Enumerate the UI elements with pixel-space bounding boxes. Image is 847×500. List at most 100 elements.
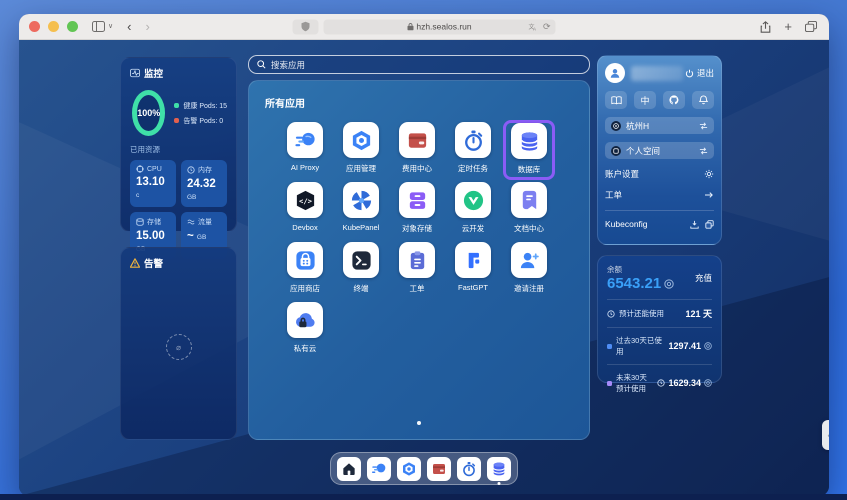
- divider: [607, 364, 712, 365]
- notifications-button[interactable]: [692, 91, 714, 109]
- avatar[interactable]: [605, 63, 625, 83]
- cpu-stat-card[interactable]: CPU 13.10 c: [130, 160, 176, 207]
- balance-amount: 6543.21: [607, 275, 674, 292]
- remaining-days-row: 预计还能使用 121 天: [607, 307, 712, 320]
- coin-icon: [704, 342, 712, 350]
- database-icon: [491, 461, 507, 477]
- svg-text:A: A: [533, 26, 536, 30]
- alerts-panel: 告警 ⌀: [120, 247, 237, 440]
- browser-titlebar: ∨ ‹ › hzh.sealos.run 文A ⟳ +: [19, 14, 829, 40]
- fastgpt-icon: [455, 242, 491, 278]
- home-icon: [341, 461, 357, 477]
- region-selector[interactable]: 杭州H: [605, 117, 714, 134]
- future-usage-row: 未来30天预计使用 1629.34: [607, 372, 712, 394]
- cost-center-icon: [431, 461, 447, 477]
- github-button[interactable]: [663, 91, 685, 109]
- minimize-window-button[interactable]: [48, 21, 59, 32]
- work-order-icon: [399, 242, 435, 278]
- desktop-background: ∨ ‹ › hzh.sealos.run 文A ⟳ +: [0, 0, 847, 500]
- app-cron-job[interactable]: 定时任务: [447, 120, 499, 178]
- forward-button[interactable]: ›: [145, 19, 149, 34]
- purple-bullet: [607, 381, 612, 386]
- dock-home-button[interactable]: [337, 457, 361, 481]
- region-icon: [611, 121, 621, 131]
- new-tab-icon[interactable]: +: [784, 19, 792, 34]
- reload-icon[interactable]: ⟳: [543, 21, 551, 32]
- workspace-selector[interactable]: 个人空间: [605, 142, 714, 159]
- app-cost-center[interactable]: 费用中心: [391, 120, 443, 178]
- app-app-manage[interactable]: 应用管理: [335, 120, 387, 178]
- private-cloud-icon: [287, 302, 323, 338]
- language-button[interactable]: 中: [634, 91, 656, 109]
- address-bar[interactable]: hzh.sealos.run 文A ⟳: [324, 19, 556, 34]
- clock-icon: [607, 310, 615, 318]
- url-text: hzh.sealos.run: [416, 22, 471, 32]
- warning-icon: [130, 258, 140, 268]
- account-panel: 退出 中: [597, 55, 722, 245]
- memory-icon: [187, 166, 195, 174]
- copy-icon[interactable]: [705, 220, 714, 229]
- cloud-dev-icon: [455, 182, 491, 218]
- search-icon: [257, 60, 266, 69]
- dock-ai-proxy-button[interactable]: [367, 457, 391, 481]
- app-devbox[interactable]: </> Devbox: [279, 180, 331, 238]
- page-indicator-dot[interactable]: [417, 421, 421, 425]
- app-ai-proxy[interactable]: AI Proxy: [279, 120, 331, 178]
- download-icon[interactable]: [690, 220, 699, 229]
- app-fastgpt[interactable]: FastGPT: [447, 240, 499, 298]
- dock-cron-job-button[interactable]: [457, 457, 481, 481]
- app-cloud-dev[interactable]: 云开发: [447, 180, 499, 238]
- switch-region-icon: [699, 122, 708, 130]
- memory-stat-card[interactable]: 内存 24.32 GB: [181, 160, 227, 207]
- arrow-right-icon: [704, 191, 714, 199]
- kubeconfig-row[interactable]: Kubeconfig: [605, 210, 714, 229]
- health-ring: 100%: [132, 90, 165, 136]
- divider: [607, 327, 712, 328]
- legend-alert-pods: 告警 Pods: 0: [174, 116, 227, 126]
- traffic-lights: [29, 21, 78, 32]
- ai-proxy-icon: [371, 461, 387, 477]
- browser-window: ∨ ‹ › hzh.sealos.run 文A ⟳ +: [19, 14, 829, 496]
- dock-database-button[interactable]: [487, 457, 511, 481]
- coin-icon: [704, 379, 712, 387]
- share-icon[interactable]: [760, 21, 771, 33]
- bell-icon: [699, 95, 708, 105]
- app-object-storage[interactable]: 对象存储: [391, 180, 443, 238]
- dock-app-manage-button[interactable]: [397, 457, 421, 481]
- docs-center-icon: [511, 182, 547, 218]
- search-input[interactable]: [271, 60, 581, 70]
- translate-icon[interactable]: 文A: [529, 23, 538, 31]
- maximize-window-button[interactable]: [67, 21, 78, 32]
- devbox-icon: </>: [287, 182, 323, 218]
- recharge-button[interactable]: 充值: [695, 272, 712, 284]
- app-grid: AI Proxy 应用管理 费用中心: [277, 120, 589, 360]
- healthy-dot: [174, 103, 179, 108]
- app-kubepanel[interactable]: KubePanel: [335, 180, 387, 238]
- account-settings-row[interactable]: 账户设置: [605, 168, 714, 180]
- resources-title: 已用资源: [130, 144, 227, 155]
- app-invite[interactable]: 邀请注册: [503, 240, 555, 298]
- work-order-row[interactable]: 工单: [605, 189, 714, 201]
- app-search-bar[interactable]: [248, 55, 590, 74]
- past-usage-row: 过去30天已使用 1297.41: [607, 335, 712, 357]
- gear-icon: [704, 169, 714, 179]
- cpu-icon: [136, 165, 144, 173]
- app-terminal[interactable]: 终端: [335, 240, 387, 298]
- app-database[interactable]: 数据库: [503, 120, 555, 180]
- app-work-order[interactable]: 工单: [391, 240, 443, 298]
- sealos-desktop: 监控 100% 健康 Pods: 15 告警 Pods: 0: [19, 40, 829, 496]
- app-private-cloud[interactable]: 私有云: [279, 300, 331, 358]
- close-window-button[interactable]: [29, 21, 40, 32]
- privacy-shield-icon[interactable]: [293, 19, 319, 34]
- alerts-title: 告警: [144, 256, 163, 270]
- app-app-store[interactable]: 应用商店: [279, 240, 331, 298]
- tab-overview-icon[interactable]: [805, 21, 817, 32]
- app-docs-center[interactable]: 文档中心: [503, 180, 555, 238]
- docs-button[interactable]: [605, 91, 627, 109]
- dock-cost-center-button[interactable]: [427, 457, 451, 481]
- back-button[interactable]: ‹: [127, 19, 131, 34]
- logout-button[interactable]: 退出: [685, 67, 714, 79]
- collapsed-panel-toggle[interactable]: ‹: [822, 420, 829, 450]
- cron-job-icon: [461, 461, 477, 477]
- sidebar-toggle-icon[interactable]: ∨: [92, 21, 113, 32]
